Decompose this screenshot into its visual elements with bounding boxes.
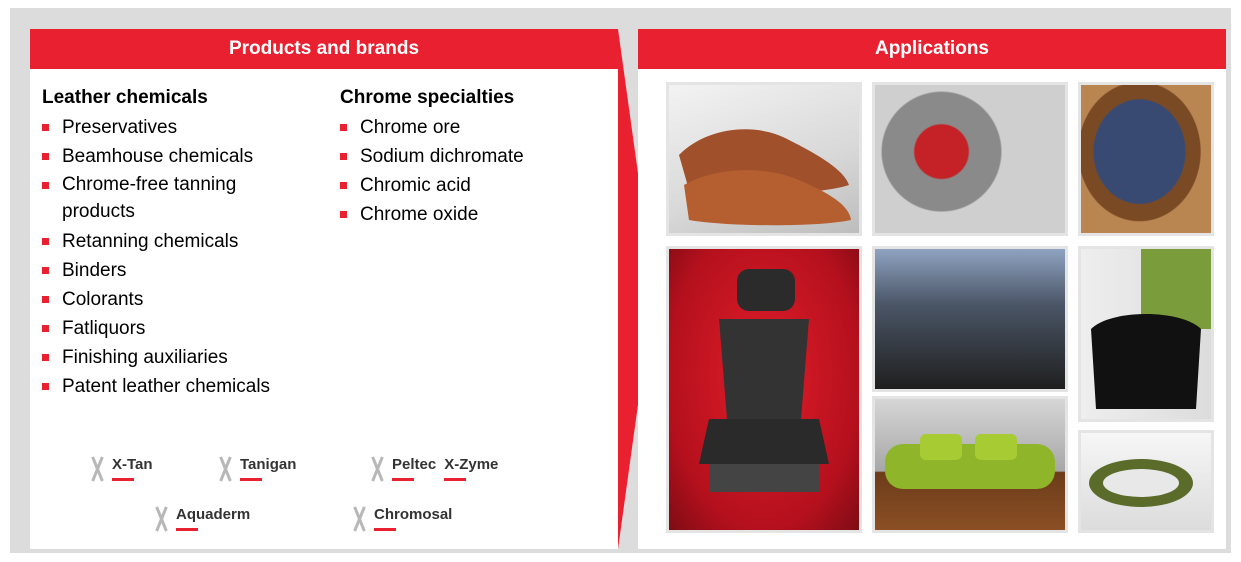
brand-logo-tanigan: Tanigan [214, 454, 296, 488]
list-item: Chrome-free tanning products [42, 171, 277, 227]
chrome-specialties-column: Chrome specialties Chrome ore Sodium dic… [340, 85, 620, 229]
brand-name: Chromosal [374, 506, 453, 531]
list-item: Colorants [42, 285, 342, 314]
list-item: Chromic acid [340, 171, 620, 200]
x-logo-icon [150, 504, 172, 534]
products-panel-title: Products and brands [228, 38, 420, 59]
products-panel-header: Products and brands [30, 29, 618, 69]
brand-logo-peltec: Peltec X-Zyme [366, 454, 498, 488]
products-panel: Products and brands Leather chemicals Pr… [30, 29, 618, 549]
list-item: Finishing auxiliaries [42, 343, 342, 372]
list-item: Beamhouse chemicals [42, 142, 342, 171]
list-item: Binders [42, 256, 342, 285]
brand-logo-x-tan: X-Tan [86, 454, 153, 488]
x-logo-icon [348, 504, 370, 534]
list-item: Retanning chemicals [42, 227, 342, 256]
tanning-drum-image [872, 82, 1068, 236]
x-logo-icon [86, 454, 108, 484]
industrial-machinery-image [872, 246, 1068, 392]
chrome-specialties-list: Chrome ore Sodium dichromate Chromic aci… [340, 113, 620, 229]
applications-panel-header: Applications [638, 29, 1226, 69]
chrome-specialties-heading: Chrome specialties [340, 87, 515, 108]
leather-belt-image [1078, 430, 1214, 533]
leather-shoes-image [666, 82, 862, 236]
x-logo-icon [366, 454, 388, 484]
x-logo-icon [214, 454, 236, 484]
car-seat-image [666, 246, 862, 533]
leather-handbag-image [1078, 246, 1214, 422]
leather-chemicals-heading: Leather chemicals [42, 87, 208, 108]
list-item: Sodium dichromate [340, 142, 620, 171]
list-item: Chrome oxide [340, 200, 620, 229]
list-item: Chrome ore [340, 113, 620, 142]
brand-logo-aquaderm: Aquaderm [150, 504, 250, 538]
list-item: Patent leather chemicals [42, 372, 342, 401]
brand-name: X-Zyme [444, 456, 499, 481]
applications-panel-title: Applications [874, 38, 989, 59]
list-item: Fatliquors [42, 314, 342, 343]
brand-name: X-Tan [112, 456, 153, 481]
brand-name: Peltec [392, 456, 437, 481]
brand-name: Tanigan [240, 456, 297, 481]
wet-blue-leather-image [1078, 82, 1214, 236]
brand-name: Aquaderm [176, 506, 251, 531]
leather-chemicals-list: Preservatives Beamhouse chemicals Chrome… [42, 113, 342, 401]
green-sofa-image [872, 396, 1068, 533]
brand-logo-chromosal: Chromosal [348, 504, 452, 538]
leather-chemicals-column: Leather chemicals Preservatives Beamhous… [42, 85, 342, 401]
list-item: Preservatives [42, 113, 342, 142]
